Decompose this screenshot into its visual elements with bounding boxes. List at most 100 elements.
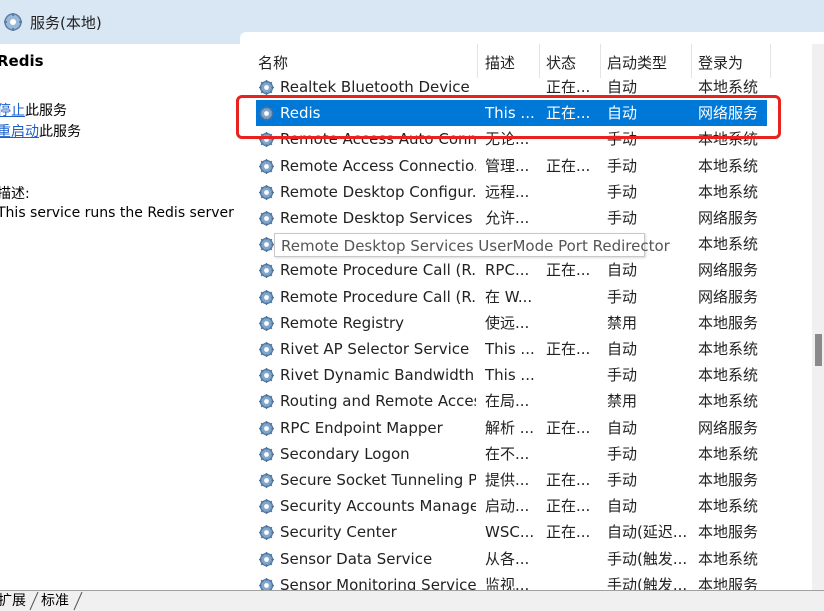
- stop-action-suffix: 此服务: [25, 103, 67, 119]
- table-row[interactable]: Remote Registry 使远... 禁用 本地服务: [240, 310, 812, 336]
- service-description-cell: 在局...: [485, 392, 530, 411]
- service-name-cell: Remote Registry: [280, 313, 405, 332]
- service-startup-type-cell: 禁用: [607, 392, 638, 411]
- service-name-cell: Security Accounts Manager: [280, 497, 476, 516]
- table-row[interactable]: Rivet AP Selector Service This ... 正在... 自动…: [240, 336, 812, 362]
- service-logon-cell: 网络服务: [698, 209, 759, 227]
- service-detail-pane: Redis 停止此服务 重启动此服务 描述: This service runs…: [0, 44, 240, 590]
- table-row[interactable]: Secondary Logon 在不... 手动 本地系统: [240, 441, 812, 467]
- service-logon-cell: 本地系统: [698, 366, 759, 385]
- service-logon-cell: 网络服务: [698, 261, 759, 280]
- service-status-cell: 正在...: [546, 523, 591, 542]
- service-logon-cell: 本地服务: [698, 575, 759, 590]
- service-gear-icon: [258, 472, 275, 489]
- table-row[interactable]: Security Center WSC... 正在... 自动(延迟... 本地服务: [240, 519, 812, 545]
- table-row[interactable]: RPC Endpoint Mapper 解析 ... 正在... 自动 网络服务: [240, 415, 812, 441]
- service-startup-type-cell: 手动(触发...: [607, 549, 688, 568]
- service-name-cell: Remote Desktop Configur...: [280, 182, 476, 201]
- service-name-cell: Rivet Dynamic Bandwidth ...: [280, 366, 476, 385]
- scrollbar-thumb[interactable]: [815, 334, 822, 366]
- table-row[interactable]: Secure Socket Tunneling P... 提供... 正在... 手动…: [240, 467, 812, 493]
- table-row[interactable]: Remote Procedure Call (R... 在 W... 手动 网络服务: [240, 284, 812, 310]
- tab-standard[interactable]: 标准: [41, 591, 69, 611]
- service-status-cell: [546, 205, 598, 231]
- service-gear-icon: [258, 341, 275, 358]
- service-gear-icon: [258, 420, 275, 437]
- service-gear-icon: [258, 210, 275, 227]
- view-tabs-bar: 扩展 标准: [0, 590, 824, 611]
- table-row[interactable]: Rivet Dynamic Bandwidth ... This ... 手动 本地系…: [240, 362, 812, 388]
- tab-divider-icon: [29, 591, 39, 611]
- service-startup-type-cell: 自动(延迟...: [607, 523, 688, 542]
- service-startup-type-cell: 手动: [607, 471, 638, 489]
- service-description-cell: 从各...: [485, 549, 530, 568]
- column-header-status[interactable]: 状态: [546, 48, 576, 76]
- service-name-cell: Sensor Data Service: [280, 549, 433, 568]
- restart-service-link[interactable]: 重启动: [0, 124, 39, 140]
- column-header-startup-type[interactable]: 启动类型: [607, 48, 667, 76]
- service-status-cell: [546, 310, 598, 336]
- table-row[interactable]: Remote Desktop Configur... 远程... 手动 本地系统: [240, 179, 812, 205]
- service-gear-icon: [258, 289, 275, 306]
- service-status-cell: [546, 388, 598, 414]
- redis-highlight-annotation: [236, 95, 781, 139]
- service-description-cell: 管理...: [485, 156, 530, 175]
- service-name-cell: Secure Socket Tunneling P...: [280, 471, 476, 489]
- service-name-cell: RPC Endpoint Mapper: [280, 418, 443, 437]
- service-gear-icon: [258, 262, 275, 279]
- column-divider[interactable]: [770, 44, 771, 78]
- service-description-cell: RPC...: [485, 261, 530, 280]
- service-status-cell: 正在...: [546, 340, 591, 358]
- service-logon-cell: 本地系统: [698, 156, 759, 175]
- column-divider[interactable]: [477, 44, 478, 78]
- panel-title-text: 服务(本地): [30, 13, 102, 32]
- column-divider[interactable]: [600, 44, 601, 78]
- column-header-description[interactable]: 描述: [485, 48, 515, 76]
- service-name-cell: Remote Procedure Call (R...: [280, 287, 476, 306]
- service-logon-cell: 本地系统: [698, 549, 759, 568]
- service-status-cell: 正在...: [546, 418, 591, 437]
- service-startup-type-cell: 手动: [607, 366, 638, 385]
- tab-divider-icon: [73, 591, 83, 611]
- service-startup-type-cell: 手动: [607, 209, 638, 227]
- stop-service-link[interactable]: 停止: [0, 103, 25, 119]
- table-row[interactable]: Remote Access Connectio... 管理... 正在... 手动 本地…: [240, 153, 812, 179]
- description-text: This service runs the Redis server: [0, 205, 234, 221]
- service-status-cell: [546, 362, 598, 388]
- column-header-name[interactable]: 名称: [258, 48, 288, 76]
- service-gear-icon: [258, 367, 275, 384]
- service-gear-icon: [258, 184, 275, 201]
- service-startup-type-cell: 禁用: [607, 313, 638, 332]
- service-logon-cell: 本地服务: [698, 471, 759, 489]
- service-status-cell: 正在...: [546, 471, 591, 489]
- stop-action: 停止此服务: [0, 100, 67, 120]
- service-logon-cell: 本地系统: [698, 392, 759, 411]
- service-description-cell: 启动...: [485, 497, 530, 516]
- column-divider[interactable]: [539, 44, 540, 78]
- service-name-cell: Remote Procedure Call (R...: [280, 261, 476, 280]
- service-startup-type-cell: 手动: [607, 287, 638, 306]
- service-gear-icon: [258, 79, 275, 96]
- column-divider[interactable]: [691, 44, 692, 78]
- service-gear-icon: [258, 446, 275, 463]
- service-description-cell: This ...: [485, 340, 535, 358]
- vertical-scrollbar[interactable]: [812, 44, 824, 590]
- description-label: 描述:: [0, 186, 30, 202]
- table-row[interactable]: Remote Procedure Call (R... RPC... 正在... 自动…: [240, 257, 812, 283]
- service-description-cell: 解析 ...: [485, 418, 535, 437]
- service-status-cell: 正在...: [546, 156, 591, 175]
- service-description-cell: 使远...: [485, 313, 530, 332]
- service-gear-icon: [258, 524, 275, 541]
- tab-extended[interactable]: 扩展: [0, 591, 26, 611]
- service-description-cell: WSC...: [485, 523, 535, 542]
- table-row[interactable]: Security Accounts Manager 启动... 正在... 自动 本地系…: [240, 493, 812, 519]
- table-row[interactable]: Sensor Data Service 从各... 手动(触发... 本地系统: [240, 546, 812, 572]
- table-row[interactable]: Routing and Remote Access 在局... 禁用 本地系统: [240, 388, 812, 414]
- table-row[interactable]: Remote Desktop Services 允许... 手动 网络服务: [240, 205, 812, 231]
- service-logon-cell: 本地系统: [698, 235, 759, 254]
- table-row[interactable]: Sensor Monitoring Service 监视... 手动(触发... 本地…: [240, 572, 812, 590]
- restart-action-suffix: 此服务: [39, 124, 81, 140]
- service-description-cell: This ...: [485, 366, 535, 385]
- column-header-log-on-as[interactable]: 登录为: [698, 48, 743, 76]
- service-gear-icon: [258, 551, 275, 568]
